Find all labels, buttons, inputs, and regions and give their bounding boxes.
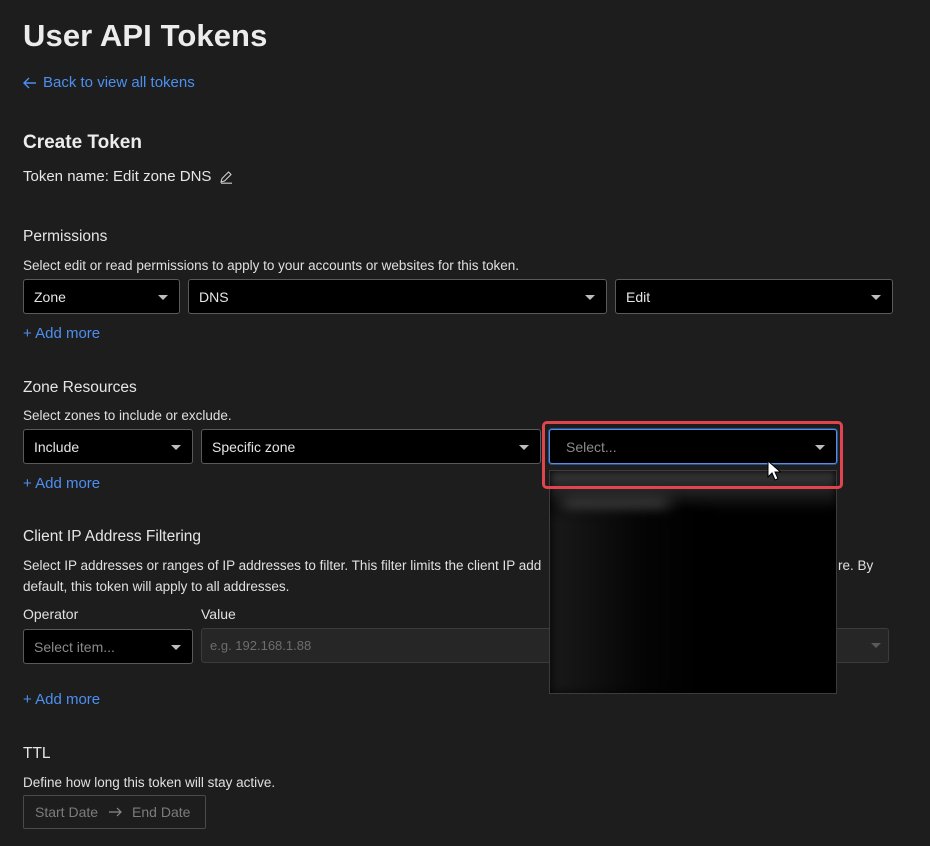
permission-group-value: DNS [199, 288, 229, 305]
arrow-right-icon [109, 807, 122, 817]
back-link-label: Back to view all tokens [43, 74, 195, 91]
ip-filtering-title: Client IP Address Filtering [23, 528, 202, 545]
chevron-down-icon [815, 445, 825, 450]
zone-select-placeholder: Select... [566, 438, 617, 455]
operator-label: Operator [23, 606, 79, 622]
zone-resources-add-more-link[interactable]: + Add more [23, 475, 100, 492]
chevron-down-icon [871, 643, 881, 648]
arrow-left-icon [23, 77, 36, 88]
ip-filtering-add-more-link[interactable]: + Add more [23, 691, 100, 708]
ip-value-placeholder: e.g. 192.168.1.88 [210, 638, 312, 653]
zone-include-select[interactable]: Include [23, 429, 193, 464]
zone-resources-title: Zone Resources [23, 379, 137, 396]
ip-filtering-description-line1-end: re. By [838, 558, 874, 573]
chevron-down-icon [519, 445, 529, 450]
page-title: User API Tokens [23, 18, 268, 53]
chevron-down-icon [171, 645, 181, 650]
permission-scope-value: Zone [34, 288, 66, 305]
zone-scope-value: Specific zone [212, 438, 296, 455]
end-date-field[interactable]: End Date [132, 804, 190, 820]
permission-scope-select[interactable]: Zone [23, 279, 180, 314]
ttl-title: TTL [23, 745, 51, 762]
redacted-options-area [550, 511, 700, 693]
chevron-down-icon [871, 295, 881, 300]
chevron-down-icon [585, 295, 595, 300]
permissions-title: Permissions [23, 228, 108, 245]
zone-include-value: Include [34, 438, 80, 455]
back-link[interactable]: Back to view all tokens [23, 74, 195, 91]
permissions-add-more-link[interactable]: + Add more [23, 325, 100, 342]
zone-dropdown-menu[interactable] [549, 470, 837, 694]
token-name: Token name: Edit zone DNS [23, 168, 233, 185]
token-name-text: Token name: Edit zone DNS [23, 168, 212, 185]
permission-group-select[interactable]: DNS [188, 279, 607, 314]
permissions-description: Select edit or read permissions to apply… [23, 258, 519, 273]
start-date-field[interactable]: Start Date [35, 804, 98, 820]
permission-level-value: Edit [626, 288, 651, 305]
chevron-down-icon [171, 445, 181, 450]
value-label: Value [201, 606, 236, 622]
pencil-icon[interactable] [219, 170, 233, 184]
zone-select-dropdown[interactable]: Select... [549, 429, 837, 464]
ttl-description: Define how long this token will stay act… [23, 775, 276, 790]
ip-filtering-description-line1: Select IP addresses or ranges of IP addr… [23, 558, 542, 573]
create-token-heading: Create Token [23, 132, 142, 153]
zone-scope-select[interactable]: Specific zone [201, 429, 541, 464]
operator-placeholder: Select item... [34, 638, 115, 655]
page: User API Tokens Back to view all tokens … [0, 0, 930, 846]
permission-level-select[interactable]: Edit [615, 279, 893, 314]
operator-select[interactable]: Select item... [23, 629, 193, 664]
chevron-down-icon [158, 295, 168, 300]
date-range-picker[interactable]: Start Date End Date [23, 795, 206, 829]
ip-filtering-description-line2: default, this token will apply to all ad… [23, 579, 290, 594]
zone-resources-description: Select zones to include or exclude. [23, 408, 232, 423]
